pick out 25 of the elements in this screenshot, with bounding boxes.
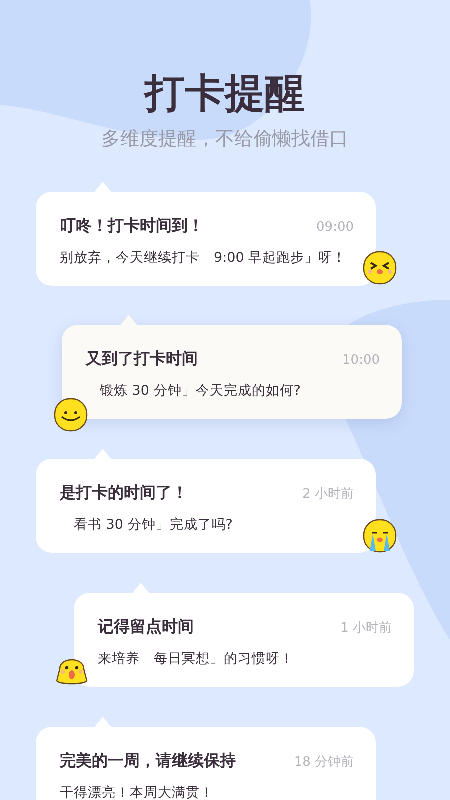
- page-title: 打卡提醒: [142, 70, 306, 119]
- notification-card[interactable]: 完美的一周，请继续保持 18 分钟前 干得漂亮！本周大满贯！: [36, 727, 376, 800]
- notification-title: 完美的一周，请继续保持: [60, 751, 236, 772]
- notification-message: 来培养「每日冥想」的习惯呀！: [98, 650, 295, 668]
- notification-message: 干得漂亮！本周大满贯！: [60, 784, 215, 800]
- notification-time: 09:00: [316, 220, 354, 235]
- notification-title: 又到了打卡时间: [86, 349, 198, 370]
- smiling-face-icon: [53, 397, 89, 433]
- notification-card[interactable]: 是打卡的时间了！ 2 小时前 「看书 30 分钟」完成了吗?: [36, 459, 376, 553]
- page-subtitle: 多维度提醒，不给偷懒找借口: [100, 127, 350, 152]
- notification-card[interactable]: 又到了打卡时间 10:00 「锻炼 30 分钟」今天完成的如何?: [62, 325, 402, 419]
- crying-face-icon: [362, 518, 398, 554]
- notification-time: 2 小时前: [302, 486, 354, 503]
- notification-title: 记得留点时间: [98, 617, 194, 638]
- notification-title: 叮咚！打卡时间到！: [60, 216, 204, 237]
- notification-title: 是打卡的时间了！: [60, 483, 188, 504]
- notification-time: 1 小时前: [340, 620, 392, 637]
- notification-time: 18 分钟前: [294, 754, 354, 771]
- notification-message: 「锻炼 30 分钟」今天完成的如何?: [86, 382, 302, 400]
- notification-message: 「看书 30 分钟」完成了吗?: [60, 516, 234, 534]
- notification-message: 别放弃，今天继续打卡「9:00 早起跑步」呀！: [60, 249, 348, 267]
- notification-time: 10:00: [342, 353, 380, 368]
- notification-card[interactable]: 叮咚！打卡时间到！ 09:00 别放弃，今天继续打卡「9:00 早起跑步」呀！: [36, 192, 376, 286]
- squinting-face-icon: [362, 250, 398, 286]
- notification-card[interactable]: 记得留点时间 1 小时前 来培养「每日冥想」的习惯呀！: [74, 593, 414, 687]
